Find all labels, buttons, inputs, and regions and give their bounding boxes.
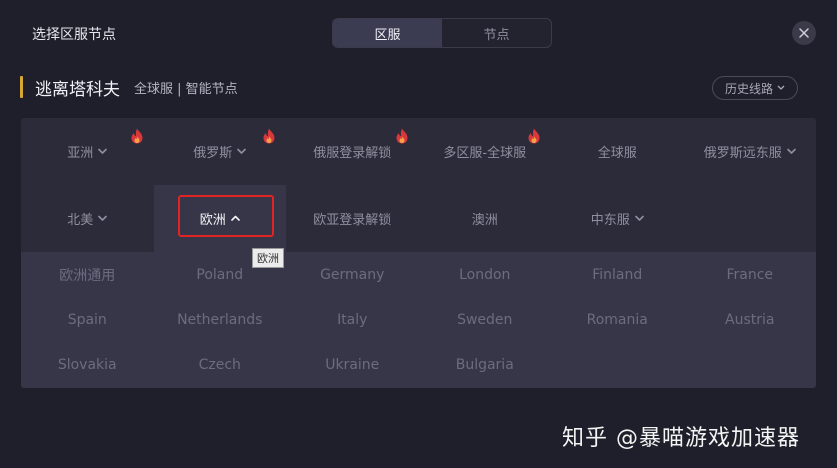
region-panel: 亚洲 俄罗斯 俄服登录解锁 多区服-全球服 全球服 俄罗斯远东服 北美 欧洲 欧亚登录解锁 澳洲… — [21, 118, 816, 388]
region-regions_row2-2[interactable]: 欧亚登录解锁 — [286, 185, 419, 252]
chevron-up-icon — [230, 215, 240, 221]
node-item[interactable]: Germany — [286, 252, 419, 297]
node-row: Spain Netherlands Italy Sweden Romania Austri… — [21, 297, 816, 342]
node-item[interactable]: Ukraine — [286, 342, 419, 387]
region-label: 亚洲 — [67, 146, 94, 161]
region-regions_row1-4[interactable]: 全球服 — [551, 118, 684, 185]
hot-fire-icon — [528, 128, 540, 144]
region-label: 北美 — [67, 213, 94, 228]
node-item[interactable]: Bulgaria — [419, 342, 552, 387]
region-label: 俄罗斯远东服 — [703, 146, 782, 161]
chevron-down-icon — [237, 148, 247, 154]
region-row-2: 北美 欧洲 欧亚登录解锁 澳洲 中东服 — [21, 185, 816, 252]
region-regions_row1-1[interactable]: 俄罗斯 — [154, 118, 287, 185]
accent-bar — [20, 76, 23, 98]
region-label: 俄罗斯 — [193, 146, 233, 161]
chevron-down-icon — [98, 148, 108, 154]
region-label: 全球服 — [597, 146, 637, 161]
node-item[interactable]: Czech — [154, 342, 287, 387]
region-row-1: 亚洲 俄罗斯 俄服登录解锁 多区服-全球服 全球服 俄罗斯远东服 — [21, 118, 816, 185]
node-item[interactable]: Romania — [551, 297, 684, 342]
chevron-down-icon — [634, 215, 644, 221]
region-label: 澳洲 — [471, 213, 498, 228]
node-item[interactable]: London — [419, 252, 552, 297]
mode-tabs: 区服 节点 — [332, 18, 552, 48]
region-regions_row2-1[interactable]: 欧洲 — [153, 185, 286, 252]
watermark: 知乎 @暴喵游戏加速器 — [562, 426, 800, 451]
region-label: 俄服登录解锁 — [313, 146, 392, 161]
node-item[interactable]: 欧洲通用 — [21, 252, 154, 297]
game-name: 逃离塔科夫 — [35, 79, 120, 100]
history-routes-button[interactable]: 历史线路 — [712, 76, 798, 100]
region-regions_row2-3[interactable]: 澳洲 — [419, 185, 552, 252]
hot-fire-icon — [131, 128, 142, 144]
chevron-down-icon — [98, 215, 108, 221]
tab-node[interactable]: 节点 — [442, 19, 551, 47]
node-item[interactable]: Slovakia — [21, 342, 154, 387]
region-label: 欧洲 — [199, 213, 226, 228]
region-regions_row2-4[interactable]: 中东服 — [551, 185, 684, 252]
region-label: 欧亚登录解锁 — [313, 213, 392, 228]
node-item[interactable]: Sweden — [419, 297, 552, 342]
region-label: 中东服 — [590, 213, 630, 228]
node-item[interactable]: France — [684, 252, 817, 297]
tooltip: 欧洲 — [252, 248, 284, 268]
hot-fire-icon — [396, 128, 407, 144]
node-item[interactable]: Italy — [286, 297, 419, 342]
region-label: 多区服-全球服 — [443, 146, 527, 161]
node-list: 欧洲通用 Poland Germany London Finland France Spai… — [21, 252, 816, 388]
region-regions_row2-0[interactable]: 北美 — [21, 185, 154, 252]
node-item[interactable]: Netherlands — [154, 297, 287, 342]
region-regions_row1-5[interactable]: 俄罗斯远东服 — [684, 118, 817, 185]
node-item[interactable]: Finland — [551, 252, 684, 297]
tab-region[interactable]: 区服 — [333, 19, 442, 47]
chevron-down-icon — [777, 85, 785, 90]
node-row: 欧洲通用 Poland Germany London Finland France — [21, 252, 816, 297]
node-item[interactable]: Spain — [21, 297, 154, 342]
close-icon — [799, 28, 809, 38]
chevron-down-icon — [786, 148, 796, 154]
node-item[interactable]: Austria — [684, 297, 817, 342]
close-button[interactable] — [792, 21, 816, 45]
hot-fire-icon — [263, 128, 275, 144]
dialog-title: 选择区服节点 — [32, 27, 116, 43]
game-subtitle: 全球服 | 智能节点 — [134, 81, 238, 97]
game-bar: 逃离塔科夫 全球服 | 智能节点 — [20, 76, 238, 100]
region-regions_row1-3[interactable]: 多区服-全球服 — [419, 118, 552, 185]
history-routes-label: 历史线路 — [724, 81, 773, 96]
node-row: Slovakia Czech Ukraine Bulgaria — [21, 342, 816, 387]
region-regions_row1-0[interactable]: 亚洲 — [21, 118, 154, 185]
region-regions_row1-2[interactable]: 俄服登录解锁 — [286, 118, 419, 185]
